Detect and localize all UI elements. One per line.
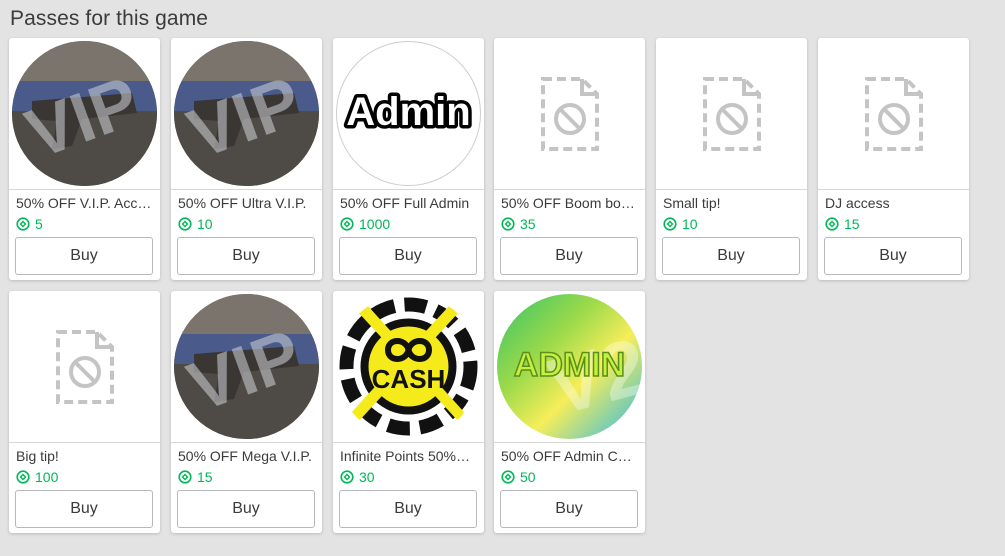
pass-price: 35 [501, 216, 536, 232]
pass-card[interactable]: VIP 50% OFF Mega V.I.P. 15 Buy [171, 291, 322, 533]
pass-card[interactable]: Small tip! 10 Buy [656, 38, 807, 280]
pass-card[interactable]: V2 ADMIN 50% OFF Admin Co… 50 Buy [494, 291, 645, 533]
pass-name[interactable]: 50% OFF Admin Co… [501, 448, 639, 464]
robux-icon [178, 217, 192, 231]
robux-icon [663, 217, 677, 231]
pass-price: 30 [340, 469, 375, 485]
pass-price: 50 [501, 469, 536, 485]
pass-name[interactable]: 50% OFF Boom bo… [501, 195, 639, 211]
buy-button[interactable]: Buy [177, 490, 315, 528]
pass-price-value: 35 [520, 216, 536, 232]
pass-price: 15 [825, 216, 860, 232]
pass-card[interactable]: Admin Admin 50% OFF Full Admin 1000 Buy [333, 38, 484, 280]
pass-name[interactable]: 50% OFF V.I.P. Access [16, 195, 154, 211]
svg-text:CASH: CASH [372, 364, 446, 394]
pass-price: 10 [178, 216, 213, 232]
vip-gun-image: VIP [174, 41, 319, 186]
pass-price: 100 [16, 469, 58, 485]
pass-thumbnail[interactable] [656, 38, 807, 190]
vip-gun-image: VIP [174, 294, 319, 439]
pass-name[interactable]: 50% OFF Ultra V.I.P. [178, 195, 316, 211]
pass-price-value: 50 [520, 469, 536, 485]
pass-card[interactable]: VIP 50% OFF Ultra V.I.P. 10 Buy [171, 38, 322, 280]
buy-button[interactable]: Buy [339, 237, 477, 275]
robux-icon [340, 217, 354, 231]
infinite-cash-chip-logo: CASH [336, 294, 481, 439]
buy-button[interactable]: Buy [500, 490, 638, 528]
pass-card[interactable]: VIP 50% OFF V.I.P. Access 5 Buy [9, 38, 160, 280]
svg-text:Admin: Admin [346, 90, 470, 134]
pass-thumbnail[interactable]: Admin Admin [333, 38, 484, 190]
pass-price-value: 30 [359, 469, 375, 485]
buy-button[interactable]: Buy [662, 237, 800, 275]
pass-thumbnail[interactable]: V2 ADMIN [494, 291, 645, 443]
pass-thumbnail[interactable]: VIP [171, 38, 322, 190]
pass-card[interactable]: 50% OFF Boom bo… 35 Buy [494, 38, 645, 280]
section-title: Passes for this game [10, 7, 209, 30]
buy-button[interactable]: Buy [15, 237, 153, 275]
pass-price-value: 5 [35, 216, 43, 232]
vip-gun-image: VIP [12, 41, 157, 186]
robux-icon [16, 217, 30, 231]
pass-price-value: 10 [197, 216, 213, 232]
pass-price: 1000 [340, 216, 390, 232]
pass-price: 5 [16, 216, 43, 232]
pass-thumbnail[interactable]: CASH [333, 291, 484, 443]
pass-name[interactable]: 50% OFF Full Admin [340, 195, 478, 211]
buy-button[interactable]: Buy [177, 237, 315, 275]
buy-button[interactable]: Buy [15, 490, 153, 528]
pass-card[interactable]: CASH Infinite Points 50%… 30 Buy [333, 291, 484, 533]
pass-price-value: 1000 [359, 216, 391, 232]
unavailable-image-icon [864, 76, 923, 151]
robux-icon [501, 470, 515, 484]
unavailable-image-icon [540, 76, 599, 151]
pass-card[interactable]: DJ access 15 Buy [818, 38, 969, 280]
robux-icon [178, 470, 192, 484]
robux-icon [501, 217, 515, 231]
pass-thumbnail[interactable]: VIP [171, 291, 322, 443]
pass-thumbnail[interactable] [818, 38, 969, 190]
robux-icon [16, 470, 30, 484]
admin-text-logo: Admin Admin [336, 41, 481, 186]
buy-button[interactable]: Buy [339, 490, 477, 528]
pass-price-value: 15 [844, 216, 860, 232]
pass-thumbnail[interactable] [494, 38, 645, 190]
buy-button[interactable]: Buy [500, 237, 638, 275]
pass-name[interactable]: 50% OFF Mega V.I.P. [178, 448, 316, 464]
pass-price-value: 10 [682, 216, 698, 232]
admin-v2-logo: V2 ADMIN [497, 294, 642, 439]
unavailable-image-icon [702, 76, 761, 151]
robux-icon [825, 217, 839, 231]
pass-price: 10 [663, 216, 698, 232]
pass-thumbnail[interactable]: VIP [9, 38, 160, 190]
pass-price-value: 100 [35, 469, 59, 485]
pass-name[interactable]: DJ access [825, 195, 963, 211]
pass-name[interactable]: Big tip! [16, 448, 154, 464]
pass-price-value: 15 [197, 469, 213, 485]
buy-button[interactable]: Buy [824, 237, 962, 275]
pass-card[interactable]: Big tip! 100 Buy [9, 291, 160, 533]
pass-thumbnail[interactable] [9, 291, 160, 443]
svg-text:ADMIN: ADMIN [514, 346, 625, 384]
pass-price: 15 [178, 469, 213, 485]
unavailable-image-icon [55, 329, 114, 404]
pass-name[interactable]: Infinite Points 50%… [340, 448, 478, 464]
robux-icon [340, 470, 354, 484]
pass-name[interactable]: Small tip! [663, 195, 801, 211]
